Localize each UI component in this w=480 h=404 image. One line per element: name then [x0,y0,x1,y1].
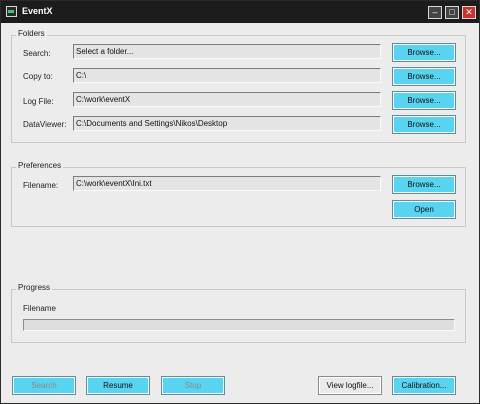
title-bar[interactable]: EventX – □ ✕ [1,1,479,23]
copy-to-label: Copy to: [23,72,53,81]
search-folder-field[interactable]: Select a folder... [73,44,381,59]
resume-button[interactable]: Resume [86,376,150,395]
search-browse-button[interactable]: Browse... [392,43,456,62]
progress-filename-label: Filename [23,304,56,313]
copy-to-field[interactable]: C:\ [73,68,381,83]
progress-bar [23,319,455,331]
progress-group [11,289,466,343]
preferences-group-title: Preferences [16,161,64,170]
view-logfile-button[interactable]: View logfile... [318,376,382,395]
preferences-filename-label: Filename: [23,181,59,190]
log-file-field[interactable]: C:\work\eventX [73,92,381,107]
search-button[interactable]: Search [12,376,76,395]
stop-button[interactable]: Stop [161,376,225,395]
open-button[interactable]: Open [392,200,456,219]
copy-to-browse-button[interactable]: Browse... [392,67,456,86]
dataviewer-field[interactable]: C:\Documents and Settings\Nikos\Desktop [73,116,381,131]
folders-group-title: Folders [16,29,47,38]
log-file-label: Log File: [23,97,54,106]
eventx-window: EventX – □ ✕ Folders Search: Select a fo… [0,0,480,404]
log-file-browse-button[interactable]: Browse... [392,91,456,110]
preferences-browse-button[interactable]: Browse... [392,175,456,194]
dataviewer-browse-button[interactable]: Browse... [392,115,456,134]
minimize-icon[interactable]: – [428,6,442,19]
window-title: EventX [22,6,53,16]
dataviewer-label: DataViewer: [23,120,67,129]
progress-group-title: Progress [16,283,53,292]
maximize-icon[interactable]: □ [445,6,459,19]
calibration-button[interactable]: Calibration... [392,376,456,395]
preferences-filename-field[interactable]: C:\work\eventX\Ini.txt [73,176,381,191]
search-label: Search: [23,49,51,58]
app-icon [6,6,17,17]
close-icon[interactable]: ✕ [462,6,476,19]
